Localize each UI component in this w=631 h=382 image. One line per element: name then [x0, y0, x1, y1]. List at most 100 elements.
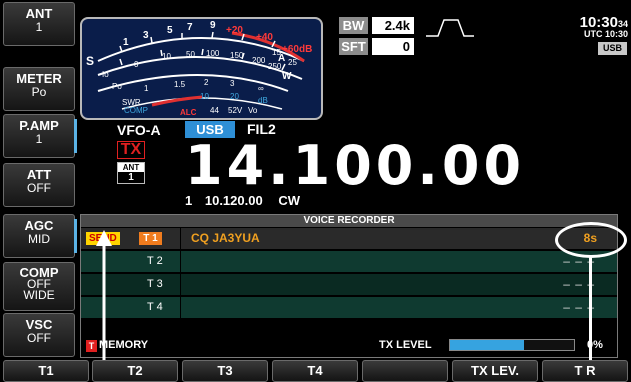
tx-level-bar[interactable]	[449, 339, 575, 351]
fkey-t4[interactable]: T4	[272, 360, 358, 382]
tx-indicator: TX	[117, 141, 145, 159]
meter-io-label: Io	[102, 70, 109, 79]
row-t4-right: – – –	[181, 297, 617, 318]
time-highlight-circle	[555, 222, 627, 258]
comp-button-value-2: WIDE	[23, 288, 55, 302]
usb-indicator: USB	[598, 42, 627, 55]
meter-id-15: 15	[272, 48, 281, 57]
meter-s-7: 7	[187, 22, 193, 33]
att-button-value: OFF	[27, 181, 51, 195]
clock-seconds: 34	[617, 19, 628, 29]
preamp-button-label: P.AMP	[19, 118, 59, 133]
meter-w-label: W	[282, 71, 292, 82]
row-t3-right: – – –	[181, 274, 617, 295]
preamp-button-value: 1	[35, 132, 43, 146]
meter-po-200: 200	[252, 56, 266, 65]
ant-button-value: 1	[35, 20, 43, 34]
sft-value[interactable]: 0	[372, 38, 414, 55]
meter-po-label: Po	[112, 82, 122, 91]
meter-po-100: 100	[206, 49, 220, 58]
meter-comp-10: 10	[200, 92, 209, 101]
send-pointer-arrow	[96, 230, 112, 382]
fkey-tr[interactable]: T R	[542, 360, 628, 382]
att-button[interactable]: ATT OFF	[3, 163, 75, 207]
meter-po-250: 250	[268, 62, 282, 71]
meter-vd-52v: 52V	[228, 106, 243, 115]
sub-vfo-frequency: 10.120.00	[204, 193, 263, 208]
meter-alc-label: ALC	[180, 108, 197, 117]
agc-button-label: AGC	[24, 218, 54, 233]
meter-s-label: S	[86, 54, 94, 68]
ant-button-label: ANT	[25, 6, 53, 21]
voice-recorder-title: VOICE RECORDER	[81, 215, 617, 227]
row-t2-right: – – –	[181, 251, 617, 272]
meter-po-0: 0	[134, 60, 139, 69]
bw-value[interactable]: 2.4k	[372, 17, 414, 34]
meter-id-25: 25	[288, 58, 297, 67]
meter-swr-1: 1	[144, 84, 149, 93]
voice-recorder-row-t3[interactable]: T 3 – – –	[81, 274, 617, 295]
meter-s-plus40: +40	[256, 32, 273, 43]
ant-badge: ANT 1	[117, 162, 145, 184]
fkey-tx-level[interactable]: TX LEV.	[452, 360, 538, 382]
tx-level-label: TX LEVEL	[379, 339, 432, 351]
meter-swr-2: 2	[204, 78, 209, 87]
sub-vfo-index: 1	[185, 193, 193, 208]
t1-message: CQ JA3YUA	[191, 231, 260, 245]
meter-comp-db: dB	[258, 96, 268, 105]
ant-badge-label: ANT	[118, 163, 144, 172]
meter-vd-vo: Vo	[248, 106, 258, 115]
fkey-t3[interactable]: T3	[182, 360, 268, 382]
fkey-blank[interactable]	[362, 360, 448, 382]
t4-label: T 4	[147, 301, 163, 313]
meter-swr-15: 1.5	[174, 80, 186, 89]
meter-s-9: 9	[210, 20, 216, 31]
tx-level-fill	[450, 340, 525, 350]
sft-label: SFT	[339, 38, 368, 55]
meter-button-value: Po	[31, 85, 47, 99]
t1-tag: T 1	[139, 232, 162, 245]
meter-po-10: 10	[162, 52, 171, 61]
agc-button-value: MID	[28, 232, 50, 246]
row-t1-right: CQ JA3YUA 8s	[181, 228, 617, 249]
voice-recorder-row-t2[interactable]: T 2 – – –	[81, 251, 617, 272]
att-button-label: ATT	[26, 167, 52, 182]
sub-vfo: 1 10.120.00 CW	[185, 193, 300, 208]
meter-vd-44: 44	[210, 106, 219, 115]
multi-meter: S 1 3 5 7 9 A W +20 +40 +60dB ALC Io Po …	[80, 17, 323, 120]
sub-vfo-mode: CW	[278, 193, 300, 208]
meter-s-3: 3	[143, 30, 149, 41]
meter-s-plus20: +20	[226, 25, 243, 36]
vsc-button[interactable]: VSC OFF	[3, 313, 75, 357]
meter-po-150: 150	[230, 51, 244, 60]
voice-recorder-row-t4[interactable]: T 4 – – –	[81, 297, 617, 318]
meter-s-5: 5	[167, 25, 173, 36]
fkey-t2[interactable]: T2	[92, 360, 178, 382]
main-frequency[interactable]: 14.100.00	[185, 137, 525, 195]
meter-comp-20: 20	[230, 92, 239, 101]
meter-swr-3: 3	[230, 79, 235, 88]
filter-shape-icon	[426, 19, 474, 37]
preamp-button[interactable]: P.AMP 1	[3, 114, 77, 158]
meter-s-plus60: +60dB	[282, 44, 312, 55]
preamp-active-indicator	[74, 119, 77, 153]
comp-button[interactable]: COMP OFF WIDE	[3, 262, 75, 311]
meter-s-1: 1	[123, 37, 129, 48]
utc-time: UTC 10:30	[583, 29, 628, 39]
t3-label: T 3	[147, 278, 163, 290]
ant-button[interactable]: ANT 1	[3, 2, 75, 46]
meter-button[interactable]: METER Po	[3, 67, 75, 111]
agc-active-indicator	[74, 219, 77, 253]
meter-comp-label: COMP	[124, 106, 148, 115]
vsc-button-value: OFF	[27, 331, 51, 345]
fkey-t1[interactable]: T1	[3, 360, 89, 382]
ant-badge-value: 1	[128, 172, 134, 183]
voice-recorder-panel: VOICE RECORDER SEND T 1 CQ JA3YUA 8s T 2…	[80, 214, 618, 358]
meter-swr-inf: ∞	[258, 84, 264, 93]
vsc-button-label: VSC	[25, 317, 53, 332]
meter-button-label: METER	[16, 71, 62, 86]
bw-label: BW	[339, 17, 368, 34]
agc-button[interactable]: AGC MID	[3, 214, 77, 258]
voice-recorder-row-t1[interactable]: SEND T 1 CQ JA3YUA 8s	[81, 228, 617, 249]
meter-po-50: 50	[186, 50, 195, 59]
